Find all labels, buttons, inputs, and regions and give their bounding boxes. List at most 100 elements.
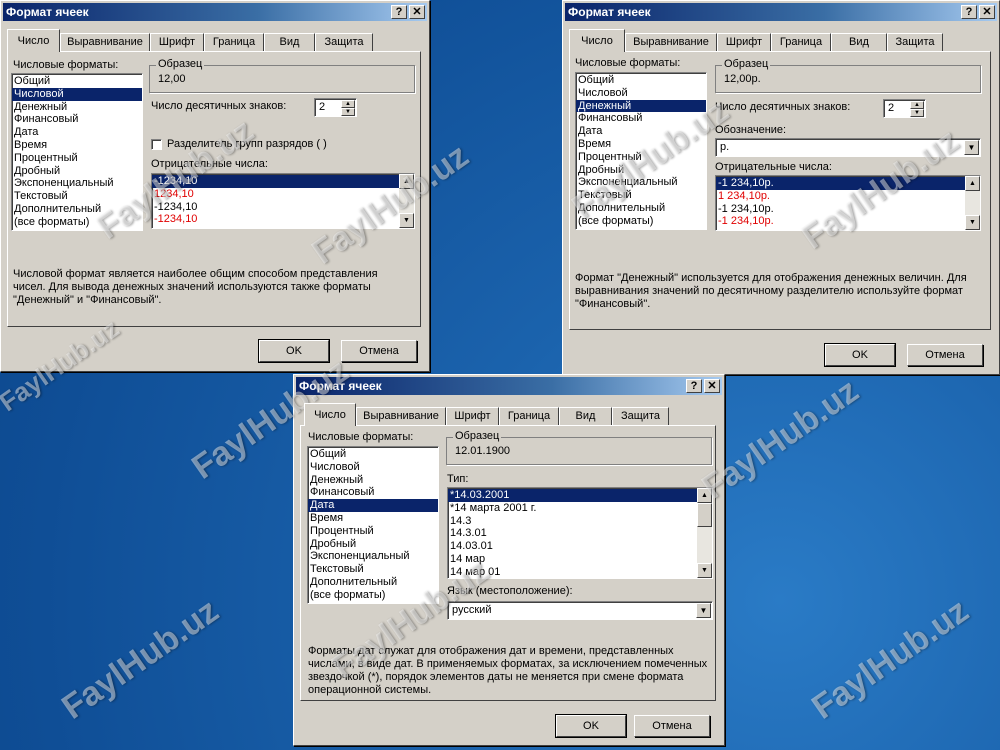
negatives-scrollbar[interactable]: ▲ ▼ (965, 176, 980, 230)
list-item[interactable]: Экспоненциальный (12, 177, 142, 190)
decimals-stepper[interactable]: 2 ▲ ▼ (314, 98, 357, 117)
list-item[interactable]: Общий (308, 448, 438, 461)
type-item[interactable]: *14 марта 2001 г. (448, 502, 712, 515)
list-item-selected[interactable]: Денежный (576, 99, 706, 113)
scroll-up-icon[interactable]: ▲ (965, 176, 980, 191)
dialog-titlebar[interactable]: Формат ячеек ? ✕ (565, 3, 997, 21)
scroll-thumb[interactable] (697, 503, 712, 527)
list-item[interactable]: Дополнительный (12, 203, 142, 216)
negative-item[interactable]: -1234,10 (152, 213, 414, 226)
formats-list[interactable]: Общий Числовой Денежный Финансовый Дата … (575, 72, 707, 230)
list-item[interactable]: Процентный (576, 151, 706, 164)
type-list[interactable]: *14.03.2001 *14 марта 2001 г. 14.3 14.3.… (447, 487, 713, 579)
list-item[interactable]: Дробный (576, 164, 706, 177)
tab-font[interactable]: Шрифт (150, 33, 204, 51)
close-button[interactable]: ✕ (979, 5, 995, 19)
list-item[interactable]: (все форматы) (576, 215, 706, 228)
help-button[interactable]: ? (961, 5, 977, 19)
ok-button[interactable]: OK (258, 339, 330, 363)
list-item[interactable]: Дробный (308, 538, 438, 551)
tab-number[interactable]: Число (7, 29, 60, 52)
list-item[interactable]: Экспоненциальный (576, 176, 706, 189)
spin-down-icon[interactable]: ▼ (341, 108, 355, 116)
negative-item[interactable]: 1234,10 (152, 188, 414, 201)
list-item[interactable]: Текстовый (308, 563, 438, 576)
formats-list[interactable]: Общий Числовой Денежный Финансовый Дата … (307, 446, 439, 604)
type-item[interactable]: 14 мар 01 (448, 566, 712, 578)
tab-view[interactable]: Вид (831, 33, 887, 51)
scroll-down-icon[interactable]: ▼ (965, 215, 980, 230)
list-item[interactable]: Текстовый (576, 189, 706, 202)
tab-alignment[interactable]: Выравнивание (60, 33, 150, 51)
spin-up-icon[interactable]: ▲ (341, 100, 355, 108)
lang-select[interactable]: русский ▼ (447, 601, 713, 620)
tab-alignment[interactable]: Выравнивание (356, 407, 446, 425)
spin-up-icon[interactable]: ▲ (910, 101, 924, 109)
close-button[interactable]: ✕ (704, 379, 720, 393)
list-item[interactable]: (все форматы) (308, 589, 438, 602)
tab-alignment[interactable]: Выравнивание (625, 33, 717, 51)
separator-checkbox[interactable] (151, 139, 162, 150)
negative-item[interactable]: -1 234,10р. (716, 215, 980, 228)
type-item[interactable]: 14 мар (448, 553, 712, 566)
negatives-scrollbar[interactable]: ▲ ▼ (399, 174, 414, 228)
ok-button[interactable]: OK (555, 714, 627, 738)
tab-view[interactable]: Вид (559, 407, 612, 425)
list-item[interactable]: Дата (576, 125, 706, 138)
cancel-button[interactable]: Отмена (341, 340, 417, 362)
type-scrollbar[interactable]: ▲ ▼ (697, 488, 712, 578)
list-item[interactable]: Денежный (308, 474, 438, 487)
list-item[interactable]: Дополнительный (576, 202, 706, 215)
list-item[interactable]: Числовой (576, 87, 706, 100)
decimals-stepper[interactable]: 2 ▲ ▼ (883, 99, 926, 118)
scroll-up-icon[interactable]: ▲ (399, 174, 414, 189)
spin-down-icon[interactable]: ▼ (910, 109, 924, 117)
list-item-selected[interactable]: Дата (308, 499, 438, 512)
tab-number[interactable]: Число (569, 29, 625, 52)
list-item[interactable]: Время (12, 139, 142, 152)
tab-border[interactable]: Граница (771, 33, 831, 51)
list-item[interactable]: Общий (576, 74, 706, 87)
negatives-list[interactable]: -1234,10 1234,10 -1234,10 -1234,10 ▲ ▼ (151, 173, 415, 229)
formats-list[interactable]: Общий Числовой Денежный Финансовый Дата … (11, 73, 143, 231)
scroll-up-icon[interactable]: ▲ (697, 488, 712, 503)
chevron-down-icon[interactable]: ▼ (696, 603, 711, 618)
list-item[interactable]: Дата (12, 126, 142, 139)
list-item[interactable]: Экспоненциальный (308, 550, 438, 563)
list-item[interactable]: Время (308, 512, 438, 525)
tab-font[interactable]: Шрифт (446, 407, 499, 425)
list-item[interactable]: Дополнительный (308, 576, 438, 589)
list-item[interactable]: Числовой (308, 461, 438, 474)
tab-protection[interactable]: Защита (887, 33, 943, 51)
scroll-down-icon[interactable]: ▼ (697, 563, 712, 578)
negative-item-selected[interactable]: -1234,10 (152, 175, 399, 188)
tab-protection[interactable]: Защита (315, 33, 373, 51)
list-item[interactable]: Время (576, 138, 706, 151)
list-item[interactable]: Финансовый (576, 112, 706, 125)
type-item-selected[interactable]: *14.03.2001 (448, 489, 697, 502)
list-item[interactable]: (все форматы) (12, 216, 142, 229)
tab-view[interactable]: Вид (264, 33, 315, 51)
dialog-titlebar[interactable]: Формат ячеек ? ✕ (296, 377, 722, 395)
list-item[interactable]: Финансовый (308, 486, 438, 499)
help-button[interactable]: ? (391, 5, 407, 19)
list-item[interactable]: Общий (12, 75, 142, 88)
list-item[interactable]: Денежный (12, 101, 142, 114)
list-item[interactable]: Дробный (12, 165, 142, 178)
ok-button[interactable]: OK (824, 343, 896, 367)
negative-item[interactable]: 1 234,10р. (716, 190, 980, 203)
symbol-select[interactable]: р. ▼ (715, 138, 981, 157)
list-item-selected[interactable]: Числовой (12, 87, 142, 101)
chevron-down-icon[interactable]: ▼ (964, 140, 979, 155)
negatives-list[interactable]: -1 234,10р. 1 234,10р. -1 234,10р. -1 23… (715, 175, 981, 231)
cancel-button[interactable]: Отмена (907, 344, 983, 366)
tab-font[interactable]: Шрифт (717, 33, 771, 51)
negative-item[interactable]: -1 234,10р. (716, 203, 980, 216)
tab-protection[interactable]: Защита (612, 407, 669, 425)
help-button[interactable]: ? (686, 379, 702, 393)
cancel-button[interactable]: Отмена (634, 715, 710, 737)
tab-border[interactable]: Граница (204, 33, 264, 51)
type-item[interactable]: 14.3 (448, 515, 712, 528)
type-item[interactable]: 14.03.01 (448, 540, 712, 553)
list-item[interactable]: Процентный (308, 525, 438, 538)
